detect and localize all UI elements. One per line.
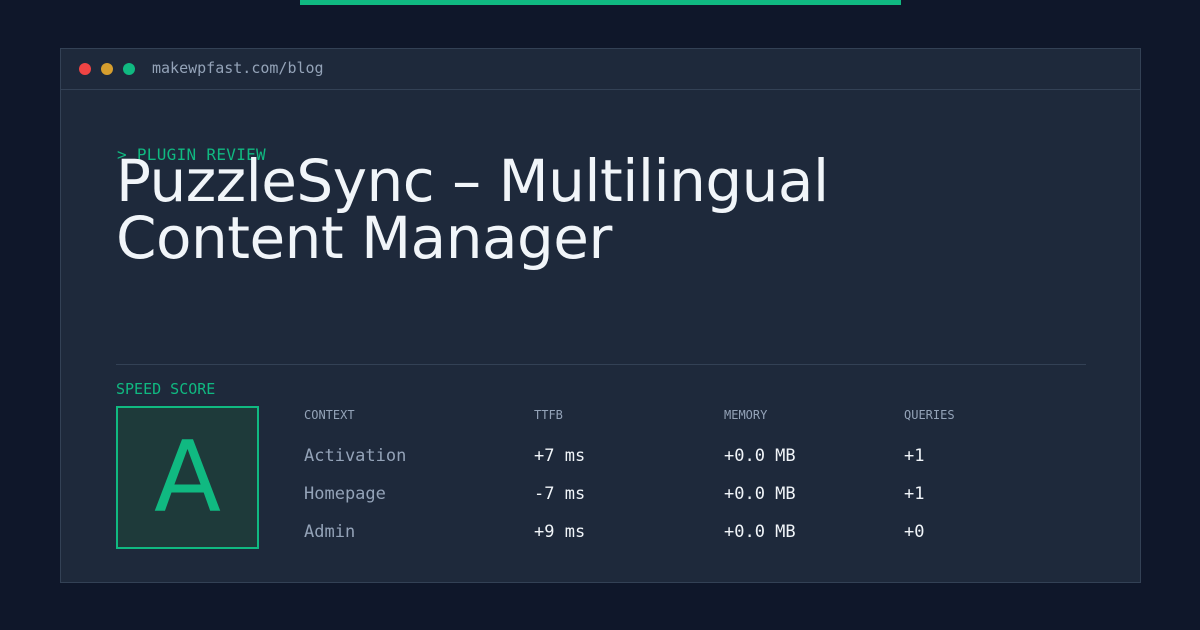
metrics-table: CONTEXT TTFB MEMORY QUERIES Activation +… bbox=[304, 407, 1124, 547]
column-header-queries: QUERIES bbox=[904, 408, 955, 422]
speed-grade: A bbox=[153, 420, 222, 535]
row-memory: +0.0 MB bbox=[724, 522, 796, 542]
row-queries: +1 bbox=[904, 484, 925, 504]
column-header-memory: MEMORY bbox=[724, 408, 768, 422]
speed-grade-box: A bbox=[116, 406, 259, 549]
section-divider bbox=[116, 364, 1086, 365]
row-queries: +0 bbox=[904, 522, 925, 542]
row-memory: +0.0 MB bbox=[724, 446, 796, 466]
speed-score-label: SPEED SCORE bbox=[116, 380, 216, 398]
maximize-dot-icon bbox=[123, 63, 135, 75]
row-context: Activation bbox=[304, 446, 407, 466]
row-ttfb: -7 ms bbox=[534, 484, 586, 504]
page-title: PuzzleSync – Multilingual Content Manage… bbox=[116, 147, 829, 272]
row-ttfb: +7 ms bbox=[534, 446, 586, 466]
url-text: makewpfast.com/blog bbox=[152, 59, 324, 77]
close-dot-icon bbox=[79, 63, 91, 75]
browser-window: makewpfast.com/blog > PLUGIN REVIEW Puzz… bbox=[60, 48, 1141, 583]
column-header-ttfb: TTFB bbox=[534, 408, 563, 422]
row-ttfb: +9 ms bbox=[534, 522, 586, 542]
minimize-dot-icon bbox=[101, 63, 113, 75]
row-memory: +0.0 MB bbox=[724, 484, 796, 504]
row-context: Admin bbox=[304, 522, 356, 542]
window-titlebar: makewpfast.com/blog bbox=[61, 49, 1140, 90]
row-queries: +1 bbox=[904, 446, 925, 466]
row-context: Homepage bbox=[304, 484, 386, 504]
top-accent-bar bbox=[300, 0, 901, 5]
column-header-context: CONTEXT bbox=[304, 408, 355, 422]
